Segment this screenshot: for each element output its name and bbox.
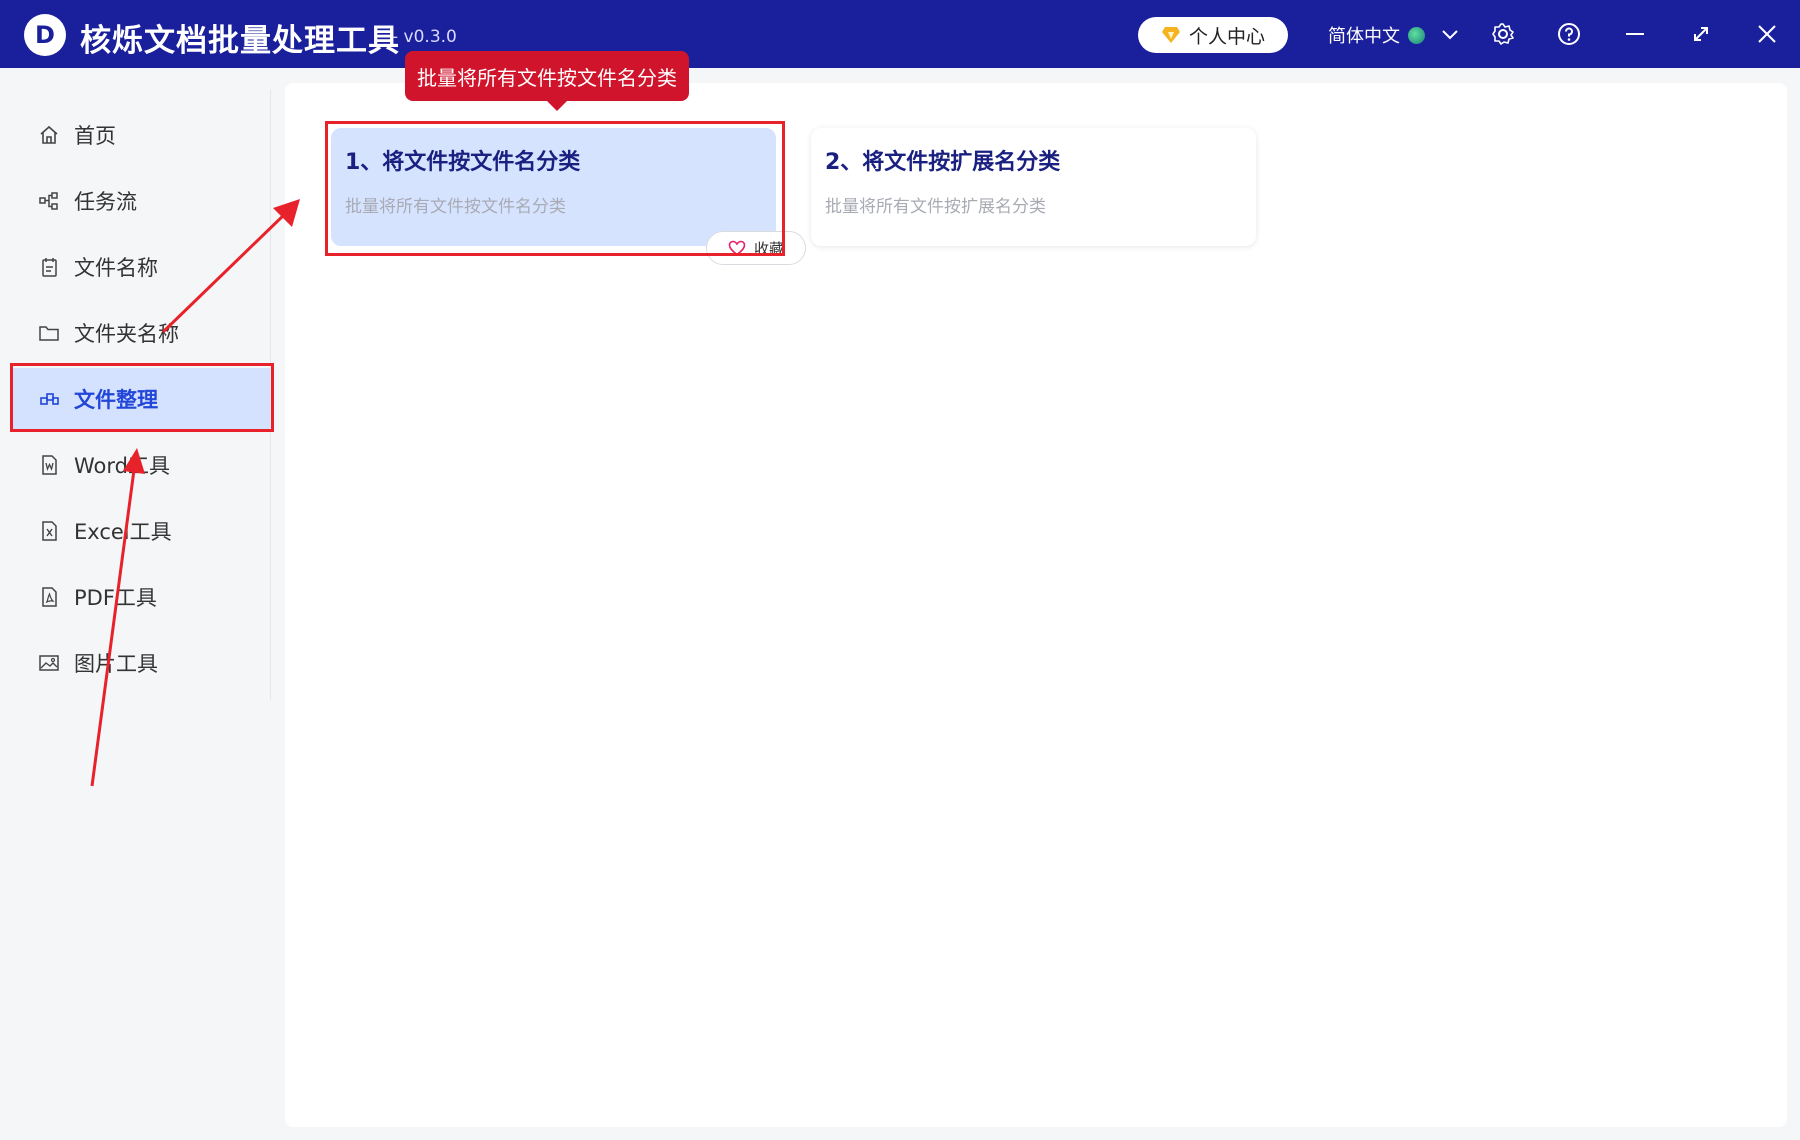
user-center-label: 个人中心	[1188, 25, 1265, 48]
language-label: 简体中文	[1328, 26, 1400, 47]
folder-icon	[39, 326, 59, 341]
card-title: 2、将文件按扩展名分类	[825, 150, 1061, 175]
sidebar-item-excel-tools[interactable]: Excel工具	[10, 500, 270, 562]
card-description: 批量将所有文件按文件名分类	[345, 197, 566, 217]
app-version: - v0.3.0	[392, 27, 457, 47]
maximize-icon[interactable]	[1686, 19, 1716, 49]
sidebar-item-label: 图片工具	[74, 652, 158, 676]
minimize-icon[interactable]	[1620, 19, 1650, 49]
word-file-icon	[42, 455, 57, 475]
favorite-label: 收藏	[753, 239, 784, 258]
pdf-file-icon	[42, 587, 57, 607]
settings-icon[interactable]	[1488, 19, 1518, 49]
sidebar-item-label: 任务流	[74, 190, 137, 214]
sidebar-item-pdf-tools[interactable]: PDF工具	[10, 566, 270, 628]
sidebar-item-file-organize[interactable]: 文件整理	[10, 368, 270, 430]
user-center-button[interactable]: 个人中心	[1138, 17, 1288, 53]
sidebar-item-label: 首页	[74, 124, 116, 148]
app-window: D 核烁文档批量处理工具 - v0.3.0 个人中心 简体中文 首页 任务流 文…	[0, 0, 1800, 1140]
chevron-down-icon	[1442, 30, 1458, 40]
card-tooltip: 批量将所有文件按文件名分类	[405, 51, 689, 111]
vip-diamond-icon	[1161, 27, 1180, 43]
sidebar-item-file-name[interactable]: 文件名称	[10, 236, 270, 298]
excel-file-icon	[42, 521, 57, 541]
language-selector[interactable]: 简体中文	[1328, 22, 1459, 48]
sidebar-item-label: 文件夹名称	[74, 322, 179, 346]
sidebar-item-label: Excel工具	[74, 520, 172, 544]
card-title: 1、将文件按文件名分类	[345, 150, 581, 175]
sidebar-item-label: PDF工具	[74, 586, 157, 610]
sidebar-item-label: 文件名称	[74, 256, 158, 280]
sidebar-item-home[interactable]: 首页	[10, 104, 270, 166]
app-logo: D	[24, 14, 66, 56]
help-icon[interactable]	[1554, 19, 1584, 49]
globe-icon	[1408, 26, 1425, 44]
sidebar-item-workflow[interactable]: 任务流	[10, 170, 270, 232]
image-icon	[39, 655, 59, 671]
favorite-button[interactable]: 收藏	[706, 231, 806, 265]
title-bar: D 核烁文档批量处理工具 - v0.3.0 个人中心 简体中文	[0, 0, 1800, 68]
sidebar-item-folder-name[interactable]: 文件夹名称	[10, 302, 270, 364]
home-icon	[40, 125, 58, 144]
heart-icon	[728, 240, 746, 256]
organize-icon	[40, 393, 59, 405]
feature-card-by-filename[interactable]: 1、将文件按文件名分类 批量将所有文件按文件名分类	[331, 128, 776, 246]
card-description: 批量将所有文件按扩展名分类	[825, 197, 1046, 217]
feature-card-by-extension[interactable]: 2、将文件按扩展名分类 批量将所有文件按扩展名分类	[811, 128, 1256, 246]
sidebar-item-label: Word工具	[74, 454, 170, 478]
sidebar-item-image-tools[interactable]: 图片工具	[10, 632, 270, 694]
file-name-icon	[42, 258, 57, 277]
sidebar-item-word-tools[interactable]: Word工具	[10, 434, 270, 496]
sidebar-item-label: 文件整理	[74, 388, 158, 412]
sidebar-divider	[270, 90, 271, 700]
workflow-icon	[39, 192, 58, 210]
app-title: 核烁文档批量处理工具	[80, 23, 400, 59]
close-icon[interactable]	[1752, 19, 1782, 49]
